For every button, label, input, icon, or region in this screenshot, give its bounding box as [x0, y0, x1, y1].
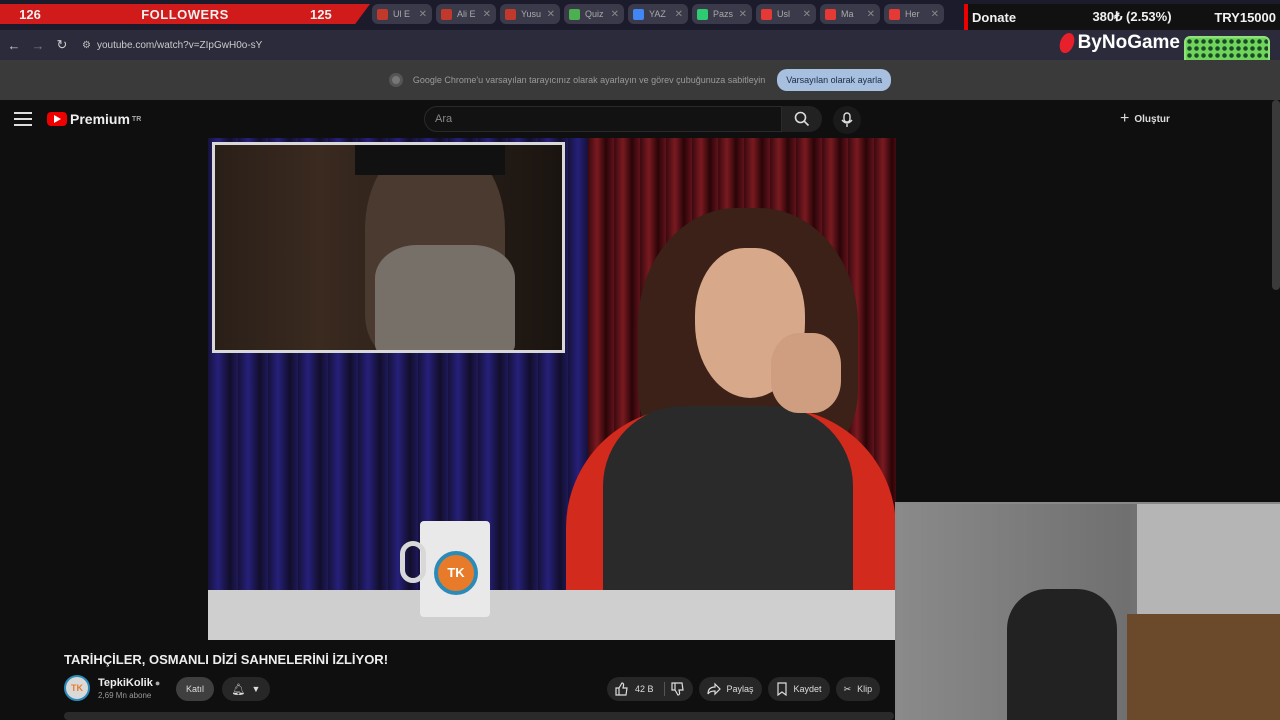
browser-tab[interactable]: Yusu ✕ — [500, 4, 560, 24]
followers-goal-bar: 126 FOLLOWERS 125 — [0, 4, 370, 24]
donation-goal-bar: Donate 380₺ (2.53%) TRY15000 — [964, 4, 1280, 30]
tab-favicon — [505, 8, 516, 20]
search-icon — [794, 111, 810, 127]
browser-tab[interactable]: Ma ✕ — [820, 4, 880, 24]
video-title: TARİHÇİLER, OSMANLI DİZİ SAHNELERİNİ İZL… — [64, 652, 389, 667]
channel-avatar[interactable]: TK — [64, 675, 90, 701]
share-icon — [706, 682, 721, 696]
plus-icon: + — [1120, 110, 1130, 127]
tab-favicon — [569, 8, 580, 20]
close-icon[interactable]: ✕ — [739, 9, 747, 20]
browser-tab[interactable]: Pazs ✕ — [692, 4, 752, 24]
voice-search-button[interactable] — [833, 106, 861, 134]
screen: 126 FOLLOWERS 125 Ul E ✕ Ali E ✕ Yusu ✕ Qui… — [0, 0, 1280, 720]
share-button[interactable]: Paylaş — [698, 677, 762, 701]
browser-tab-strip: Ul E ✕ Ali E ✕ Yusu ✕ Quiz ✕ YAZ ✕ Pazs ✕ Usl ✕… — [372, 4, 944, 24]
browser-tab[interactable]: Usl ✕ — [756, 4, 816, 24]
tab-favicon — [761, 8, 772, 20]
mug-logo: TK — [434, 551, 478, 595]
region-code: TR — [131, 115, 142, 123]
chevron-down-icon: ▼ — [251, 684, 261, 694]
bookmark-icon — [776, 682, 787, 696]
search-button[interactable] — [782, 106, 822, 132]
video-mug: TK — [400, 521, 490, 617]
save-button[interactable]: Kaydet — [767, 677, 830, 701]
close-icon[interactable]: ✕ — [931, 9, 939, 20]
tab-favicon — [441, 8, 452, 20]
browser-tab[interactable]: Quiz ✕ — [564, 4, 624, 24]
join-button[interactable]: Katıl — [176, 677, 214, 701]
video-actions: 42 B Paylaş Kaydet ✂ Klip — [607, 677, 881, 701]
tab-favicon — [633, 8, 644, 20]
webcam-chair — [1007, 589, 1117, 720]
video-person-vest — [603, 406, 853, 596]
forward-icon[interactable]: → — [26, 38, 50, 53]
thumbs-up-icon — [615, 682, 628, 696]
donate-progress: 380₺ (2.53%) — [1092, 9, 1172, 24]
search-input[interactable]: Ara — [424, 106, 782, 132]
browser-tab[interactable]: YAZ ✕ — [628, 4, 688, 24]
youtube-premium-logo[interactable]: Premium TR — [47, 111, 141, 127]
sponsor-logo: ByNoGame — [1057, 32, 1180, 54]
browser-tab[interactable]: Ul E ✕ — [372, 4, 432, 24]
tab-favicon — [889, 8, 900, 20]
video-table — [208, 590, 896, 640]
donate-goal: TRY15000 — [1214, 9, 1276, 25]
description-box[interactable] — [64, 712, 894, 720]
subscriber-count: 2,69 Mn abone — [98, 690, 152, 700]
close-icon[interactable]: ✕ — [419, 9, 427, 20]
webcam-curtain — [1137, 504, 1280, 614]
close-icon[interactable]: ✕ — [803, 9, 811, 20]
close-icon[interactable]: ✕ — [483, 9, 491, 20]
video-person-hand — [771, 333, 841, 413]
bynogame-logo-icon — [1057, 33, 1076, 53]
back-icon[interactable]: ← — [2, 38, 26, 53]
hamburger-menu-icon[interactable] — [14, 112, 32, 126]
url-text[interactable]: youtube.com/watch?v=ZIpGwH0o-sY — [97, 40, 262, 51]
set-default-button[interactable]: Varsayılan olarak ayarla — [777, 69, 892, 91]
close-icon[interactable]: ✕ — [867, 9, 875, 20]
channel-name[interactable]: TepkiKolik ● — [98, 677, 160, 689]
page-scrollbar[interactable] — [1272, 100, 1280, 290]
mug-handle — [400, 541, 426, 583]
donate-label: Donate — [972, 9, 1017, 25]
tab-favicon — [377, 8, 388, 20]
infobar-message: Google Chrome'u varsayılan tarayıcınız o… — [412, 75, 766, 85]
reload-icon[interactable]: ↻ — [50, 37, 74, 53]
webcam-overlay — [895, 502, 1280, 720]
followers-current: 126 — [19, 6, 41, 22]
create-button[interactable]: + Oluştur — [1120, 110, 1170, 128]
thumbs-down-icon[interactable] — [670, 682, 685, 696]
close-icon[interactable]: ✕ — [547, 9, 555, 20]
clip-button[interactable]: ✂ Klip — [835, 677, 881, 701]
youtube-header: Premium TR Ara + Oluştur — [0, 100, 1280, 138]
channel-info: TK TepkiKolik ● 2,69 Mn abone — [64, 675, 160, 701]
microphone-icon — [841, 112, 853, 127]
close-icon[interactable]: ✕ — [611, 9, 619, 20]
site-info-icon[interactable]: ⚙ — [82, 40, 91, 51]
tab-favicon — [825, 8, 836, 20]
tab-favicon — [697, 8, 708, 20]
clip-man-hat — [355, 145, 505, 175]
notification-button[interactable]: 🔔︎ ▼ — [222, 677, 270, 701]
like-button[interactable]: 42 B — [607, 677, 693, 701]
default-browser-infobar: Google Chrome'u varsayılan tarayıcınız o… — [0, 60, 1280, 100]
sponsor-name: ByNoGame — [1077, 32, 1180, 53]
scissors-icon: ✂ — [843, 683, 852, 694]
youtube-play-icon — [47, 112, 67, 126]
like-count: 42 B — [635, 684, 654, 694]
followers-label: FOLLOWERS — [141, 6, 229, 22]
browser-tab[interactable]: Ali E ✕ — [436, 4, 496, 24]
close-icon[interactable]: ✕ — [675, 9, 683, 20]
clip-man-beard — [375, 245, 515, 350]
bell-icon: 🔔︎ — [231, 683, 246, 696]
chrome-icon — [388, 73, 403, 87]
embedded-clip — [212, 142, 565, 353]
browser-tab[interactable]: Her ✕ — [884, 4, 944, 24]
webcam-desk — [1127, 614, 1280, 720]
verified-icon: ● — [154, 677, 161, 688]
